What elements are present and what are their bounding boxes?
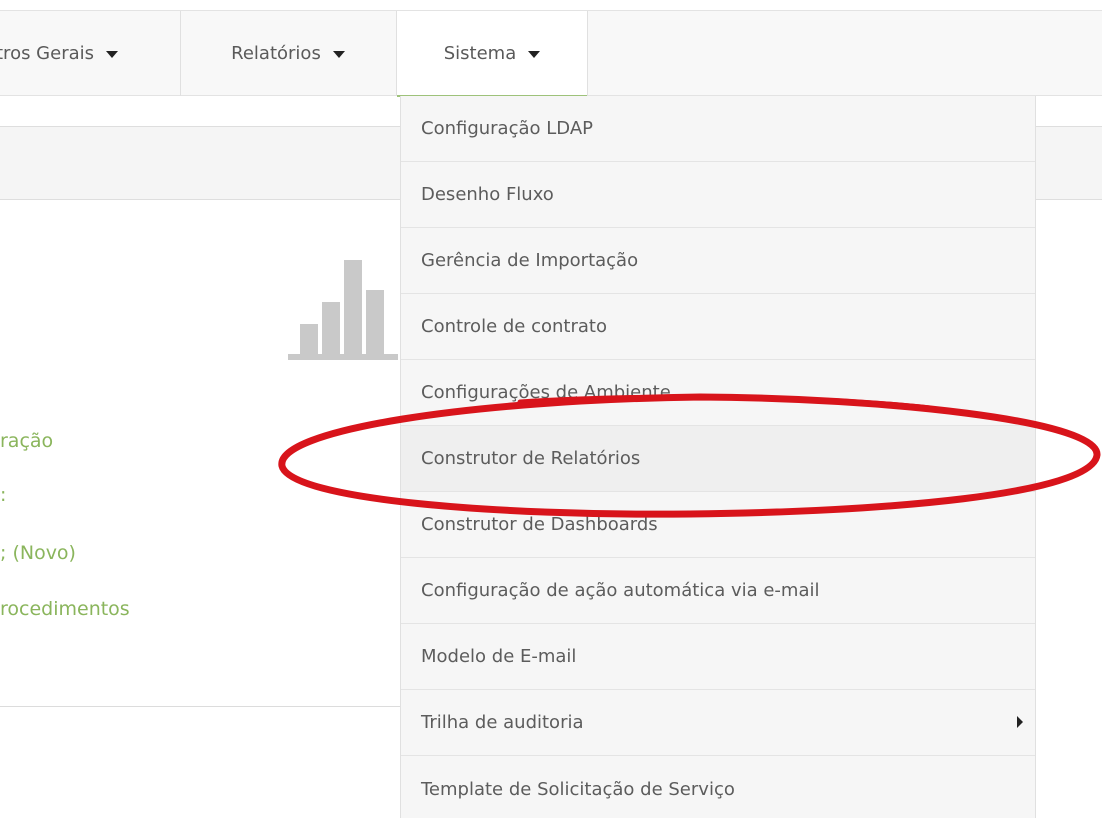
menu-item-label: Modelo de E-mail	[421, 646, 577, 667]
menu-item-construtor-relatorios[interactable]: Construtor de Relatórios	[401, 426, 1035, 492]
menu-item-label: Trilha de auditoria	[421, 712, 584, 733]
content-divider	[0, 706, 420, 707]
side-link[interactable]: ; (Novo)	[0, 542, 76, 564]
caret-down-icon	[332, 51, 345, 58]
menu-item-configuracao-ldap[interactable]: Configuração LDAP	[401, 96, 1035, 162]
caret-down-icon	[106, 51, 119, 58]
menu-item-label: Template de Solicitação de Serviço	[421, 778, 735, 800]
menu-item-label: Construtor de Dashboards	[421, 514, 658, 535]
menu-item-template-solicitacao[interactable]: Template de Solicitação de Serviço	[401, 756, 1035, 822]
caret-right-icon	[1017, 716, 1023, 728]
side-link[interactable]: rocedimentos	[0, 598, 130, 620]
menu-item-label: Configurações de Ambiente	[421, 382, 671, 403]
nav-menu-label: tros Gerais	[0, 43, 95, 64]
menu-item-label: Construtor de Relatórios	[421, 448, 641, 469]
menu-item-acao-automatica-email[interactable]: Configuração de ação automática via e-ma…	[401, 558, 1035, 624]
menu-item-modelo-email[interactable]: Modelo de E-mail	[401, 624, 1035, 690]
nav-menu-label: Relatórios	[231, 43, 321, 64]
sistema-dropdown-menu: Configuração LDAP Desenho Fluxo Gerência…	[400, 96, 1036, 818]
caret-down-icon	[528, 50, 541, 58]
bar-chart-icon	[288, 258, 398, 360]
menu-item-configuracoes-ambiente[interactable]: Configurações de Ambiente	[401, 360, 1035, 426]
top-navbar: tros Gerais Relatórios Sistema	[0, 10, 1102, 97]
nav-divider	[587, 11, 588, 96]
menu-item-controle-contrato[interactable]: Controle de contrato	[401, 294, 1035, 360]
nav-menu-relatorios[interactable]: Relatórios	[181, 11, 395, 96]
menu-item-desenho-fluxo[interactable]: Desenho Fluxo	[401, 162, 1035, 228]
menu-item-trilha-auditoria[interactable]: Trilha de auditoria	[401, 690, 1035, 756]
menu-item-label: Controle de contrato	[421, 316, 607, 337]
menu-item-label: Gerência de Importação	[421, 250, 639, 271]
menu-item-gerencia-importacao[interactable]: Gerência de Importação	[401, 228, 1035, 294]
nav-menu-cadastros-gerais[interactable]: tros Gerais	[0, 11, 180, 96]
menu-item-label: Configuração de ação automática via e-ma…	[421, 580, 820, 601]
side-link[interactable]: :	[0, 484, 6, 506]
menu-item-label: Configuração LDAP	[421, 118, 593, 139]
side-link[interactable]: ração	[0, 430, 53, 452]
nav-menu-sistema[interactable]: Sistema	[397, 11, 587, 97]
menu-item-label: Desenho Fluxo	[421, 184, 554, 205]
menu-item-construtor-dashboards[interactable]: Construtor de Dashboards	[401, 492, 1035, 558]
nav-menu-label: Sistema	[443, 42, 517, 64]
